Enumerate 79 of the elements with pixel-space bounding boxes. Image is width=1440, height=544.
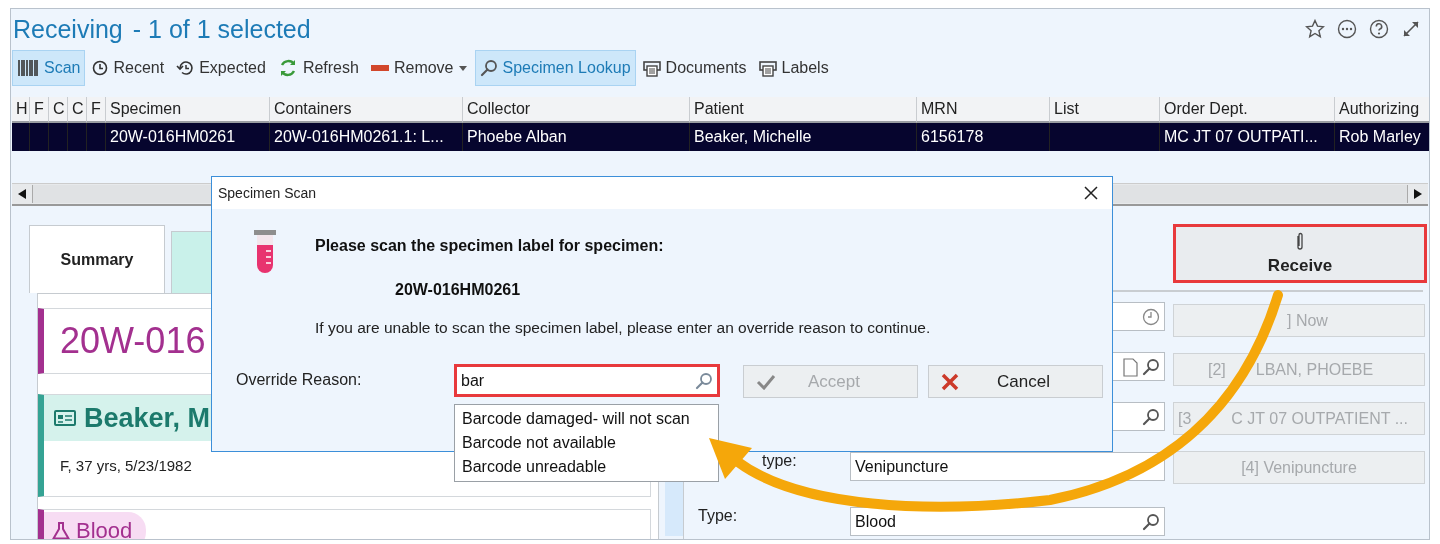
close-icon [1084, 186, 1098, 200]
table-cell: 20W-016HM0261 [106, 123, 270, 151]
column-header[interactable]: Authorizing [1335, 97, 1429, 123]
cross-icon [941, 372, 959, 391]
cancel-button[interactable]: Cancel [928, 365, 1103, 398]
expand-icon [1401, 19, 1421, 39]
column-header[interactable]: Order Dept. [1160, 97, 1335, 123]
dialog-title: Specimen Scan [218, 185, 317, 201]
column-header[interactable]: Specimen [106, 97, 270, 123]
printer-icon [758, 59, 777, 77]
help-icon [1369, 19, 1389, 39]
paperclip-icon [1295, 231, 1305, 252]
selection-count: - 1 of 1 selected [132, 14, 311, 44]
column-header[interactable]: Patient [690, 97, 917, 123]
table-cell: 6156178 [917, 123, 1050, 151]
specimen-id: 20W-016 [59, 320, 206, 362]
column-header[interactable]: F [30, 97, 49, 123]
toolbar-button[interactable]: Expected [171, 50, 271, 86]
clock-icon [1142, 307, 1160, 326]
window-title: Receiving [13, 14, 123, 44]
toolbar-button[interactable]: Specimen Lookup [474, 50, 636, 86]
toolbar-button[interactable]: Recent [87, 50, 170, 86]
search-icon [695, 371, 713, 390]
table-cell: Beaker, Michelle [690, 123, 917, 151]
test-tube-icon [253, 229, 277, 275]
search-icon [1142, 512, 1160, 531]
id-card-icon [54, 410, 76, 426]
toolbar-button[interactable]: Documents [637, 50, 752, 86]
column-header[interactable]: C [49, 97, 68, 123]
history-icon [176, 60, 195, 76]
dialog-heading: Please scan the specimen label for specimen: [315, 237, 665, 255]
input-field[interactable]: Venipuncture [850, 452, 1165, 481]
patient-name: Beaker, M [84, 402, 211, 434]
table-cell: Phoebe Alban [463, 123, 690, 151]
toolbar-button[interactable]: Remove [365, 50, 459, 86]
clock-icon [92, 60, 109, 76]
column-header[interactable]: F [87, 97, 106, 123]
sample-tag: Blood [44, 512, 147, 539]
search-icon [1142, 407, 1160, 426]
table-cell: 20W-016HM0261.1: L... [270, 123, 463, 151]
column-header[interactable]: Containers [270, 97, 463, 123]
toolbar-button[interactable]: Labels [753, 50, 834, 86]
minus-icon [370, 65, 389, 71]
column-header[interactable]: Collector [463, 97, 690, 123]
field-label: type: [762, 452, 797, 469]
column-header[interactable]: MRN [917, 97, 1050, 123]
tab[interactable]: Summary [29, 225, 165, 293]
search-icon [479, 59, 498, 77]
toolbar-button[interactable]: Refresh [272, 50, 364, 86]
scroll-left-icon [18, 189, 26, 199]
printer-icon [642, 59, 661, 77]
field-label: Override Reason: [236, 370, 363, 389]
table-cell [49, 123, 68, 151]
document-search-icon [1122, 356, 1160, 377]
column-header[interactable]: C [68, 97, 87, 123]
table-cell [12, 123, 30, 151]
input-field[interactable]: Blood [850, 507, 1165, 536]
barcode-icon [17, 58, 39, 78]
table-cell [30, 123, 49, 151]
column-header[interactable]: List [1050, 97, 1160, 123]
receive-button[interactable]: Receive [1173, 224, 1427, 283]
dialog-message: If you are unable to scan the specimen label, please enter an override reason to continue. [315, 319, 931, 337]
flask-icon [52, 522, 70, 539]
search-field[interactable]: bar [454, 364, 720, 397]
patient-details: F, 37 yrs, 5/23/1982 [60, 457, 192, 474]
checkmark-icon [756, 373, 776, 390]
scroll-right-icon [1414, 189, 1422, 199]
more-icon [1337, 19, 1357, 39]
suggestion-item[interactable]: Barcode damaged- will not scan [455, 407, 718, 431]
column-header[interactable]: H [12, 97, 30, 123]
toolbar-button[interactable]: Scan [12, 50, 86, 86]
table-cell [68, 123, 87, 151]
suggestion-item[interactable]: Barcode unreadable [455, 455, 718, 479]
specimen-id: 20W-016HM0261 [395, 281, 522, 299]
table-cell: MC JT 07 OUTPATI... [1160, 123, 1335, 151]
table-cell: Rob Marley [1335, 123, 1429, 151]
star-icon [1305, 19, 1325, 39]
field-label: Type: [698, 507, 738, 524]
table-cell [87, 123, 106, 151]
